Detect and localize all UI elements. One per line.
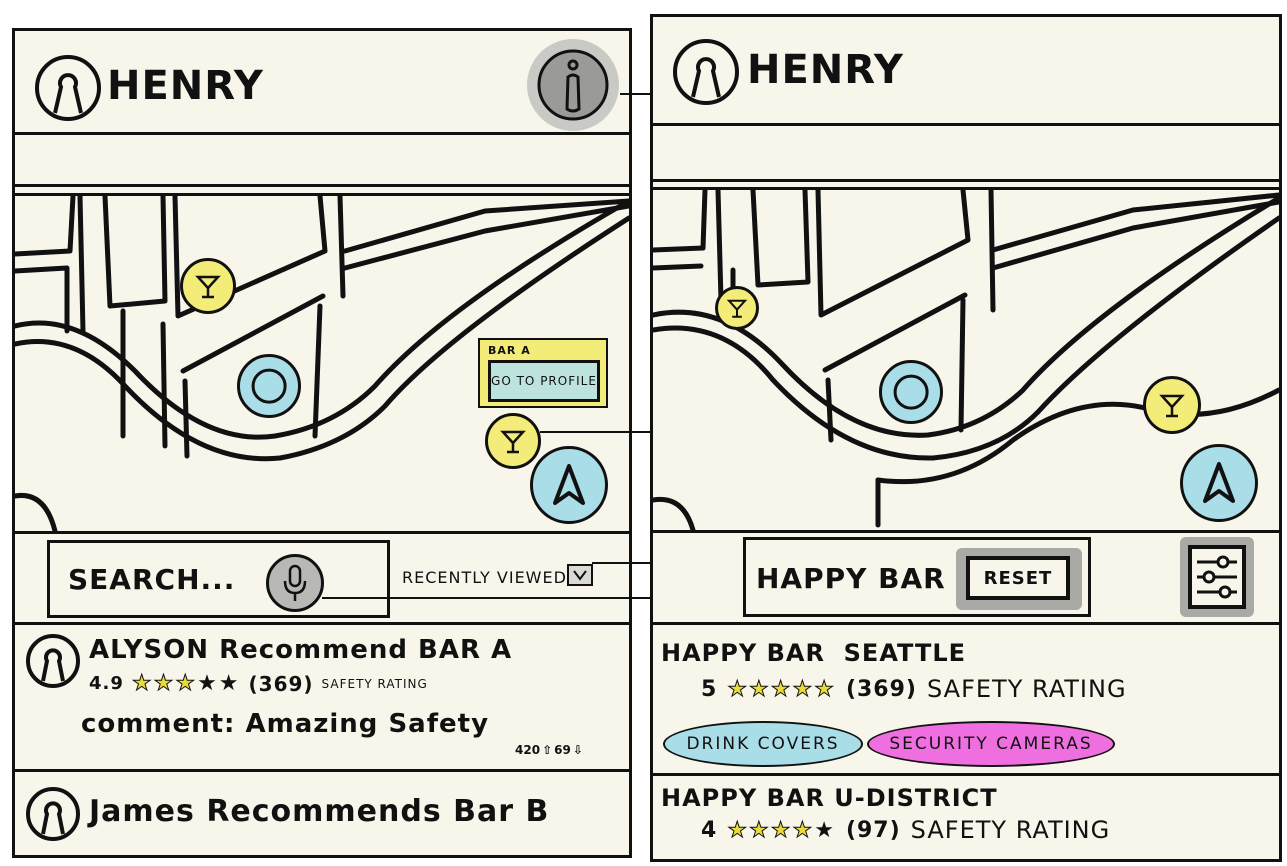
result-name: HAPPY BAR SEATTLE [661,639,967,667]
star-rating: ★★★★★ [727,817,836,843]
reset-button-wrapper: RESET [956,548,1082,610]
recently-viewed-toggle[interactable] [567,564,593,586]
feed-title: ALYSON Recommend BAR A [89,635,513,665]
info-button[interactable] [527,39,619,131]
bar-pin[interactable] [180,258,236,314]
divider [15,132,629,135]
rating-label: SAFETY RATING [910,816,1111,844]
app-title: HENRY [107,63,264,109]
divider [15,531,629,534]
downvote-count: 69 [554,743,571,757]
right-screen: HENRY HAPPY BAR RESET HAPPY BAR SEATTLE … [650,14,1282,862]
rating-value: 5 [701,676,718,702]
rating-count: (369) [248,671,314,696]
bar-popup: BAR A GO TO PROFILE [478,338,608,408]
search-bar[interactable]: HAPPY BAR RESET [743,537,1091,617]
cocktail-icon [195,275,221,299]
microphone-icon [283,564,307,601]
popup-title: BAR A [488,344,531,357]
feed-item[interactable]: James Recommends Bar B [15,772,629,855]
henry-logo-icon [35,55,101,121]
bar-pin[interactable] [715,286,759,330]
cocktail-icon [726,299,748,318]
tag-drink-covers[interactable]: DRINK COVERS [663,721,863,767]
map-area[interactable] [653,190,1279,530]
reset-button[interactable]: RESET [966,556,1070,600]
microphone-button[interactable] [266,554,324,612]
navigation-arrow-icon [1203,462,1235,503]
rating-count: (97) [845,817,901,843]
tag-security-cameras[interactable]: SECURITY CAMERAS [867,721,1115,767]
navigate-button[interactable] [530,446,608,524]
go-to-profile-button[interactable]: GO TO PROFILE [488,360,600,402]
star-rating: ★★★★★ [727,676,836,702]
divider [653,179,1279,182]
search-input[interactable]: HAPPY BAR [756,562,946,595]
bar-pin[interactable] [1143,376,1201,434]
rating-count: (369) [845,676,917,702]
upvote-count: 420 [515,743,541,757]
info-icon [537,49,609,121]
feed-title: James Recommends Bar B [89,794,550,829]
bar-a-pin[interactable] [485,413,541,469]
my-location-marker [237,354,301,418]
filter-sliders-icon [1188,545,1246,609]
user-avatar-icon [26,634,80,688]
divider [653,530,1279,533]
my-location-marker [879,360,943,424]
search-bar[interactable]: SEARCH... [47,540,390,618]
feed-comment: comment: Amazing Safety [81,709,490,739]
app-title: HENRY [747,47,904,93]
rating-row: 4 ★★★★★ (97) SAFETY RATING [701,816,1110,844]
rating-value: 4.9 [89,673,124,694]
rating-row: 4.9 ★★★★★ (369) SAFETY RATING [89,671,428,697]
app-header: HENRY [15,31,629,133]
divider [15,184,629,187]
henry-logo-icon [673,39,739,105]
vote-row: 420 ⇧ 69 ⇩ [515,743,583,757]
rating-label: SAFETY RATING [926,675,1127,703]
cocktail-icon [1159,394,1185,418]
navigation-arrow-icon [553,464,585,505]
app-header: HENRY [653,17,1279,123]
map-area[interactable]: BAR A GO TO PROFILE [15,196,629,531]
downvote-icon[interactable]: ⇩ [573,743,583,757]
star-rating: ★★★★★ [131,671,241,697]
left-screen: HENRY BAR A GO TO PROFILE SEARCH... RECE… [12,28,632,858]
recently-viewed-label: RECENTLY VIEWED [402,568,567,587]
divider [653,123,1279,126]
rating-row: 5 ★★★★★ (369) SAFETY RATING [701,675,1127,703]
upvote-icon[interactable]: ⇧ [542,743,552,757]
feed-item[interactable]: ALYSON Recommend BAR A 4.9 ★★★★★ (369) S… [15,625,629,767]
cocktail-icon [500,430,526,454]
result-item[interactable]: HAPPY BAR U-DISTRICT 4 ★★★★★ (97) SAFETY… [653,776,1279,859]
result-name: HAPPY BAR U-DISTRICT [661,784,998,812]
result-item[interactable]: HAPPY BAR SEATTLE 5 ★★★★★ (369) SAFETY R… [653,625,1279,775]
search-input[interactable]: SEARCH... [68,563,235,596]
user-avatar-icon [26,787,80,841]
navigate-button[interactable] [1180,444,1258,522]
rating-label: SAFETY RATING [321,676,428,691]
rating-value: 4 [701,817,718,843]
chevron-down-icon [573,570,587,581]
filter-button[interactable] [1180,537,1254,617]
